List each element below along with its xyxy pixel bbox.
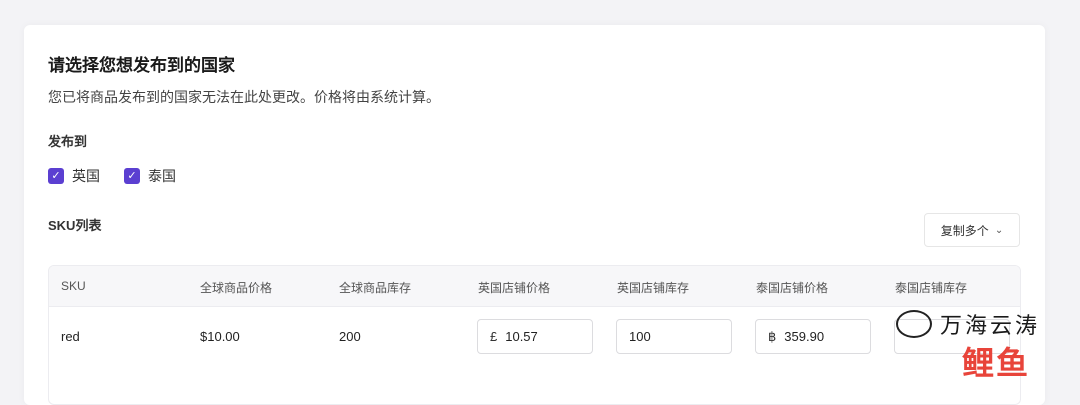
cell-sku: red bbox=[61, 329, 80, 344]
header-th-price: 泰国店铺价格 bbox=[756, 281, 829, 295]
uk-stock-input[interactable]: 100 bbox=[616, 319, 732, 354]
header-uk-stock: 英国店铺库存 bbox=[617, 281, 690, 295]
checkbox-thailand-label: 泰国 bbox=[148, 168, 176, 184]
chat-bubble-icon bbox=[896, 310, 932, 338]
th-price-input[interactable]: ฿ 359.90 bbox=[755, 319, 871, 354]
header-uk-price: 英国店铺价格 bbox=[478, 281, 551, 295]
chevron-down-icon: ⌄ bbox=[994, 224, 1004, 236]
header-global-stock: 全球商品库存 bbox=[339, 281, 412, 295]
checkbox-uk-label: 英国 bbox=[72, 168, 100, 184]
page-subtitle: 您已将商品发布到的国家无法在此处更改。价格将由系统计算。 bbox=[48, 89, 440, 105]
cell-global-price: $10.00 bbox=[200, 329, 240, 344]
checkbox-thailand[interactable]: ✓ 泰国 bbox=[124, 166, 176, 186]
currency-prefix: £ bbox=[490, 329, 498, 344]
watermark: 万海云涛 鲤鱼 bbox=[880, 300, 1080, 385]
table-header: SKU 全球商品价格 全球商品库存 英国店铺价格 英国店铺库存 泰国店铺价格 泰… bbox=[49, 266, 1020, 307]
check-icon: ✓ bbox=[124, 168, 140, 184]
sku-list-title: SKU列表 bbox=[48, 218, 102, 233]
copy-multiple-button[interactable]: 复制多个 ⌄ bbox=[924, 213, 1020, 247]
publish-to-label: 发布到 bbox=[48, 134, 88, 149]
page-title: 请选择您想发布到的国家 bbox=[48, 56, 235, 75]
header-th-stock: 泰国店铺库存 bbox=[895, 281, 968, 295]
currency-prefix: ฿ bbox=[768, 328, 777, 344]
watermark-line2: 鲤鱼 bbox=[962, 345, 1031, 381]
watermark-line1: 万海云涛 bbox=[940, 313, 1041, 338]
check-icon: ✓ bbox=[48, 168, 64, 184]
copy-multiple-label: 复制多个 bbox=[940, 223, 989, 238]
header-sku: SKU bbox=[61, 279, 86, 293]
country-checkbox-group: ✓ 英国 ✓ 泰国 bbox=[48, 166, 176, 186]
th-price-value: 359.90 bbox=[784, 329, 825, 344]
uk-price-input[interactable]: £ 10.57 bbox=[477, 319, 593, 354]
header-global-price: 全球商品价格 bbox=[200, 281, 273, 295]
uk-price-value: 10.57 bbox=[505, 329, 538, 344]
uk-stock-value: 100 bbox=[629, 329, 651, 344]
cell-global-stock: 200 bbox=[339, 329, 361, 344]
sku-table: SKU 全球商品价格 全球商品库存 英国店铺价格 英国店铺库存 泰国店铺价格 泰… bbox=[48, 265, 1021, 405]
checkbox-uk[interactable]: ✓ 英国 bbox=[48, 166, 100, 186]
